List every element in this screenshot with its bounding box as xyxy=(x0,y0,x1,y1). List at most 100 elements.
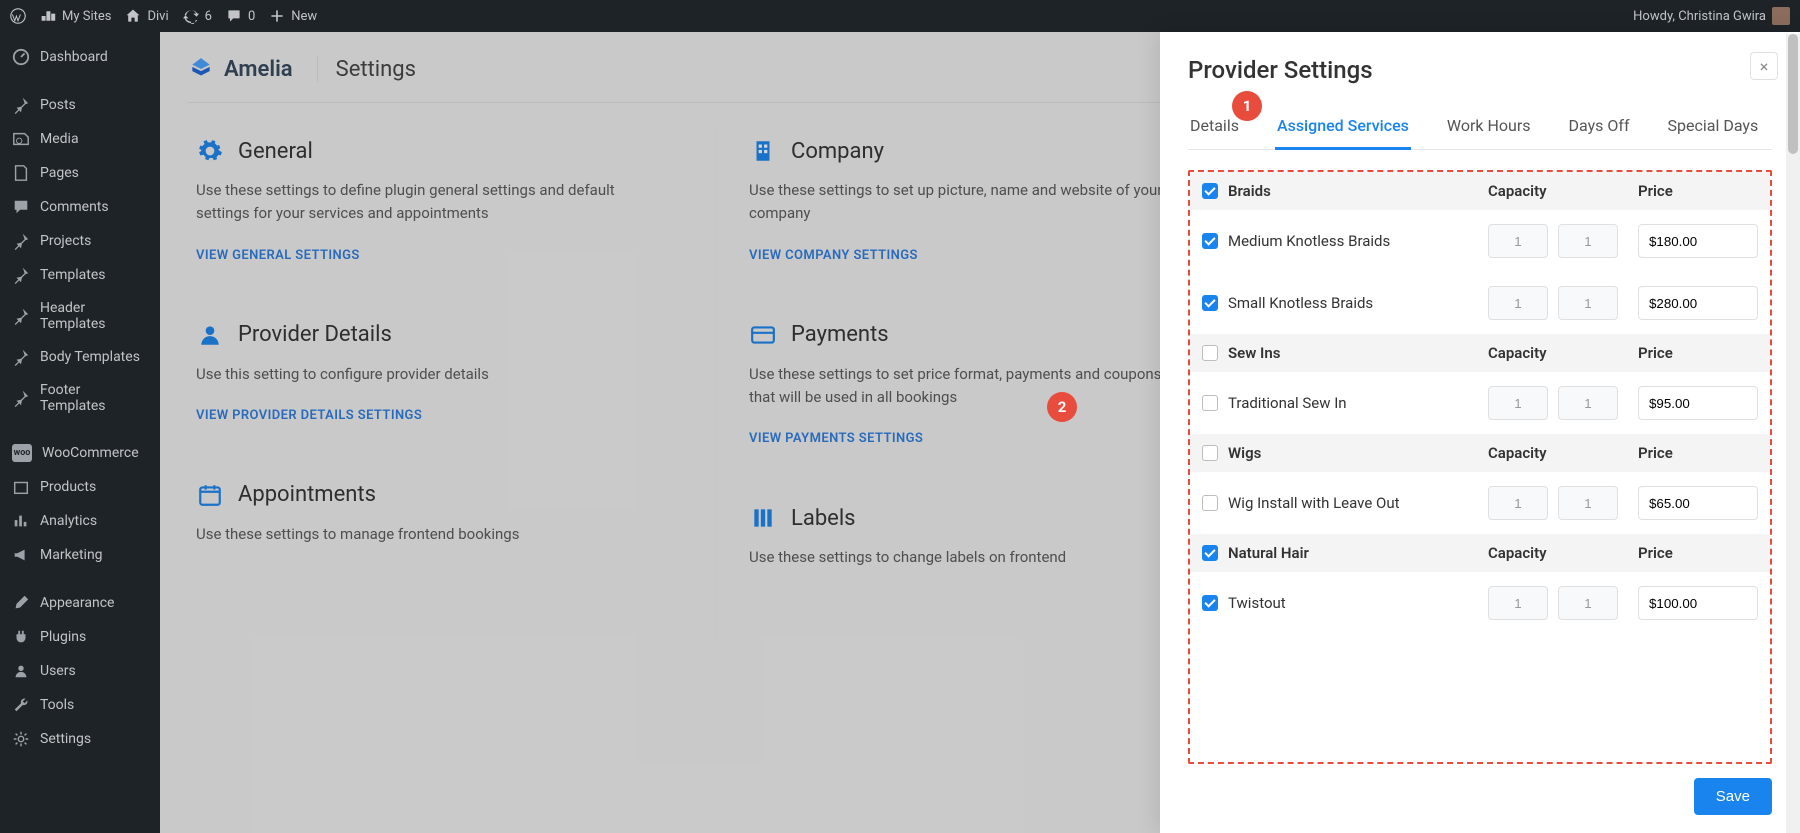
capacity-min-input[interactable] xyxy=(1488,224,1548,258)
service-name: Small Knotless Braids xyxy=(1228,294,1488,312)
sidebar-item-templates[interactable]: Templates xyxy=(0,258,160,292)
service-group-header: Natural HairCapacityPrice xyxy=(1190,534,1770,572)
brush-icon xyxy=(12,594,30,612)
service-checkbox[interactable] xyxy=(1202,233,1218,249)
sidebar-item-users[interactable]: Users xyxy=(0,654,160,688)
price-input[interactable] xyxy=(1638,486,1758,520)
service-checkbox[interactable] xyxy=(1202,395,1218,411)
sidebar-item-settings[interactable]: Settings xyxy=(0,722,160,756)
tab-work-hours[interactable]: Work Hours xyxy=(1445,106,1533,149)
close-button[interactable]: × xyxy=(1750,52,1778,80)
sidebar-item-projects[interactable]: Projects xyxy=(0,224,160,258)
capacity-max-input[interactable] xyxy=(1558,286,1618,320)
tab-assigned-services[interactable]: Assigned Services xyxy=(1275,106,1411,149)
service-row: Small Knotless Braids xyxy=(1190,272,1770,334)
capacity-max-input[interactable] xyxy=(1558,586,1618,620)
price-input[interactable] xyxy=(1638,586,1758,620)
sidebar-label: Posts xyxy=(40,97,76,113)
assigned-services-box: BraidsCapacityPriceMedium Knotless Braid… xyxy=(1188,170,1772,764)
sidebar-item-appearance[interactable]: Appearance xyxy=(0,586,160,620)
capacity-max-input[interactable] xyxy=(1558,486,1618,520)
wrench-icon xyxy=(12,696,30,714)
comments[interactable]: 0 xyxy=(226,8,255,24)
service-group-header: Sew InsCapacityPrice xyxy=(1190,334,1770,372)
group-name: Braids xyxy=(1228,182,1488,200)
group-name: Natural Hair xyxy=(1228,544,1488,562)
sidebar-label: Comments xyxy=(40,199,109,215)
howdy-text[interactable]: Howdy, Christina Gwira xyxy=(1633,9,1766,24)
new-label: New xyxy=(291,9,317,24)
sidebar-label: Body Templates xyxy=(40,349,140,365)
group-checkbox[interactable] xyxy=(1202,445,1218,461)
sidebar-item-posts[interactable]: Posts xyxy=(0,88,160,122)
sidebar-item-marketing[interactable]: Marketing xyxy=(0,538,160,572)
service-group-header: WigsCapacityPrice xyxy=(1190,434,1770,472)
group-checkbox[interactable] xyxy=(1202,345,1218,361)
tab-days-off[interactable]: Days Off xyxy=(1567,106,1632,149)
page-icon xyxy=(12,164,30,182)
sidebar-label: Dashboard xyxy=(40,49,108,65)
sidebar-label: Templates xyxy=(40,267,106,283)
sidebar-item-tools[interactable]: Tools xyxy=(0,688,160,722)
scrollbar-thumb[interactable] xyxy=(1788,34,1798,154)
sidebar-item-media[interactable]: Media xyxy=(0,122,160,156)
sidebar-item-products[interactable]: Products xyxy=(0,470,160,504)
updates[interactable]: 6 xyxy=(183,8,212,24)
pin-icon xyxy=(12,307,30,325)
capacity-max-input[interactable] xyxy=(1558,386,1618,420)
sidebar-label: Appearance xyxy=(40,595,114,611)
sidebar-item-plugins[interactable]: Plugins xyxy=(0,620,160,654)
price-input[interactable] xyxy=(1638,286,1758,320)
sidebar-item-woocommerce[interactable]: wooWooCommerce xyxy=(0,436,160,470)
wp-logo[interactable] xyxy=(10,8,26,24)
sidebar-item-dashboard[interactable]: Dashboard xyxy=(0,40,160,74)
service-group-header: BraidsCapacityPrice xyxy=(1190,172,1770,210)
tab-special-days[interactable]: Special Days xyxy=(1666,106,1761,149)
service-name: Wig Install with Leave Out xyxy=(1228,494,1488,512)
sidebar-item-header-templates[interactable]: Header Templates xyxy=(0,292,160,340)
wp-admin-bar: My Sites Divi 6 0 New Howdy, Christina G… xyxy=(0,0,1800,32)
capacity-max-input[interactable] xyxy=(1558,224,1618,258)
group-name: Sew Ins xyxy=(1228,344,1488,362)
products-icon xyxy=(12,478,30,496)
col-capacity: Capacity xyxy=(1488,544,1638,562)
sidebar-label: Pages xyxy=(40,165,79,181)
capacity-min-input[interactable] xyxy=(1488,386,1548,420)
sidebar-item-body-templates[interactable]: Body Templates xyxy=(0,340,160,374)
provider-settings-panel: Provider Settings × Details Assigned Ser… xyxy=(1160,32,1800,833)
annotation-badge-2: 2 xyxy=(1047,392,1077,422)
service-checkbox[interactable] xyxy=(1202,495,1218,511)
pin-icon xyxy=(12,348,30,366)
service-name: Medium Knotless Braids xyxy=(1228,232,1488,250)
sidebar-item-footer-templates[interactable]: Footer Templates xyxy=(0,374,160,422)
capacity-min-input[interactable] xyxy=(1488,286,1548,320)
group-checkbox[interactable] xyxy=(1202,545,1218,561)
sidebar-item-pages[interactable]: Pages xyxy=(0,156,160,190)
sidebar-label: WooCommerce xyxy=(42,445,139,461)
sidebar-label: Projects xyxy=(40,233,91,249)
sidebar-item-comments[interactable]: Comments xyxy=(0,190,160,224)
avatar[interactable] xyxy=(1772,7,1790,25)
megaphone-icon xyxy=(12,546,30,564)
new-content[interactable]: New xyxy=(269,8,317,24)
dashboard-icon xyxy=(12,48,30,66)
scrollbar[interactable] xyxy=(1786,34,1800,833)
sidebar-item-analytics[interactable]: Analytics xyxy=(0,504,160,538)
price-input[interactable] xyxy=(1638,386,1758,420)
service-checkbox[interactable] xyxy=(1202,295,1218,311)
service-name: Traditional Sew In xyxy=(1228,394,1488,412)
save-button[interactable]: Save xyxy=(1694,778,1772,815)
service-checkbox[interactable] xyxy=(1202,595,1218,611)
col-price: Price xyxy=(1638,444,1758,462)
capacity-min-input[interactable] xyxy=(1488,586,1548,620)
col-price: Price xyxy=(1638,344,1758,362)
sidebar-label: Products xyxy=(40,479,96,495)
site-link[interactable]: Divi xyxy=(125,8,168,24)
sidebar-label: Users xyxy=(40,663,76,679)
group-checkbox[interactable] xyxy=(1202,183,1218,199)
panel-title: Provider Settings xyxy=(1188,56,1772,84)
plug-icon xyxy=(12,628,30,646)
price-input[interactable] xyxy=(1638,224,1758,258)
my-sites[interactable]: My Sites xyxy=(40,8,111,24)
capacity-min-input[interactable] xyxy=(1488,486,1548,520)
